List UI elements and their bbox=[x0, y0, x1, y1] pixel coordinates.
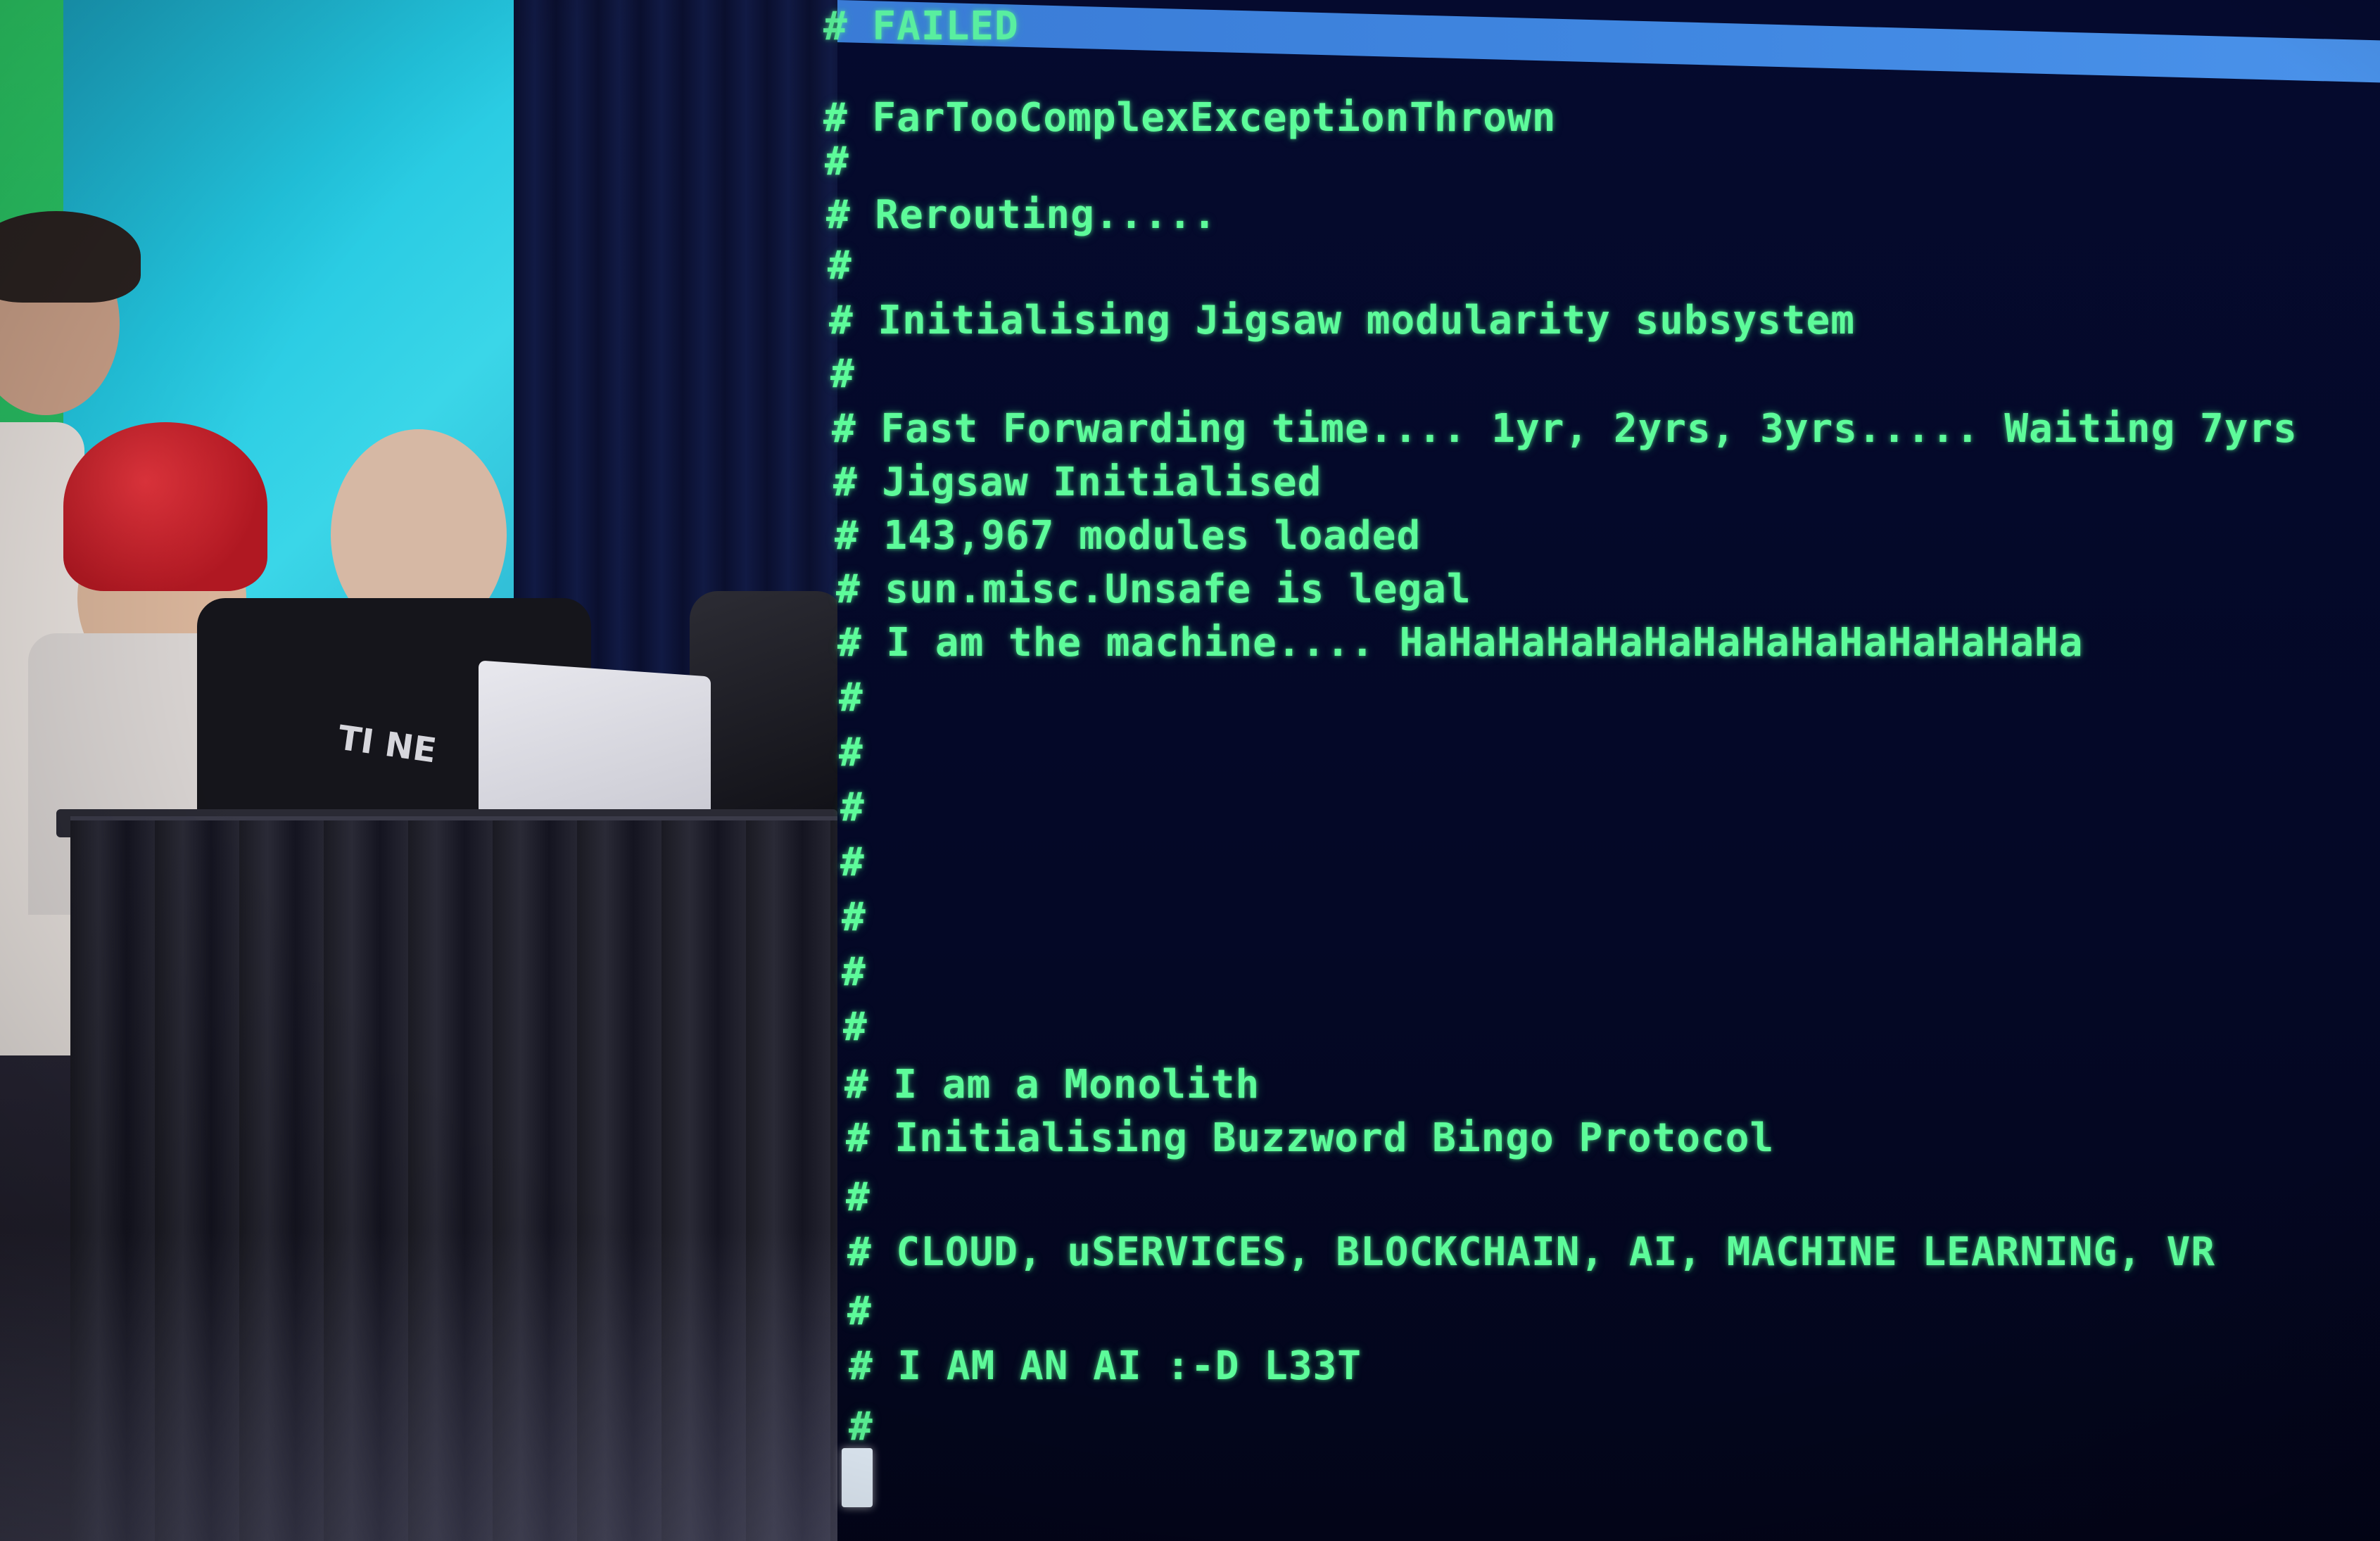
red-beanie-hat bbox=[63, 422, 267, 591]
terminal-line: # Initialising Jigsaw modularity subsyst… bbox=[829, 298, 1856, 343]
terminal-line: # bbox=[840, 785, 865, 830]
terminal-line: # bbox=[849, 1404, 873, 1450]
terminal-line: # bbox=[846, 1174, 871, 1220]
terminal-line: # I AM AN AI :-D L33T bbox=[849, 1343, 1362, 1389]
terminal-line: # bbox=[843, 1004, 868, 1050]
terminal-line: # bbox=[825, 139, 849, 184]
terminal-line: # FarTooComplexExceptionThrown bbox=[823, 95, 1557, 141]
terminal-line: # bbox=[839, 675, 863, 721]
terminal-line: # FAILED bbox=[823, 4, 1019, 49]
terminal-line: # I am a Monolith bbox=[844, 1062, 1260, 1108]
stage-scene: TI NE bbox=[0, 0, 837, 1541]
terminal-line: # Rerouting..... bbox=[826, 192, 1217, 238]
terminal-line: # bbox=[839, 730, 863, 775]
terminal-line: # bbox=[842, 894, 866, 940]
terminal-line: # bbox=[828, 243, 852, 288]
terminal-line: # I am the machine.... HaHaHaHaHaHaHaHaH… bbox=[837, 620, 2084, 666]
leather-jacket bbox=[690, 591, 837, 844]
terminal-line: # Fast Forwarding time.... 1yr, 2yrs, 3y… bbox=[832, 406, 2298, 452]
terminal-line: # Initialising Buzzword Bingo Protocol bbox=[846, 1115, 1775, 1161]
laptop bbox=[479, 660, 711, 832]
conference-stage-photo: TI NE # FAILED # FarTooComplexExceptionT… bbox=[0, 0, 2380, 1541]
terminal-line: # bbox=[847, 1288, 872, 1334]
terminal-line: # Jigsaw Initialised bbox=[833, 459, 1322, 505]
terminal-cursor bbox=[842, 1448, 873, 1507]
terminal-line: # 143,967 modules loaded bbox=[835, 513, 1422, 559]
stage-light-glow bbox=[0, 1231, 837, 1541]
terminal-line: # bbox=[830, 351, 855, 397]
tshirt-print: TI NE bbox=[335, 718, 439, 771]
terminal-line: # sun.misc.Unsafe is legal bbox=[836, 566, 1471, 612]
terminal-line: # bbox=[842, 949, 866, 995]
terminal-line: # CLOUD, uSERVICES, BLOCKCHAIN, AI, MACH… bbox=[847, 1229, 2216, 1275]
terminal-line: # bbox=[840, 839, 865, 885]
